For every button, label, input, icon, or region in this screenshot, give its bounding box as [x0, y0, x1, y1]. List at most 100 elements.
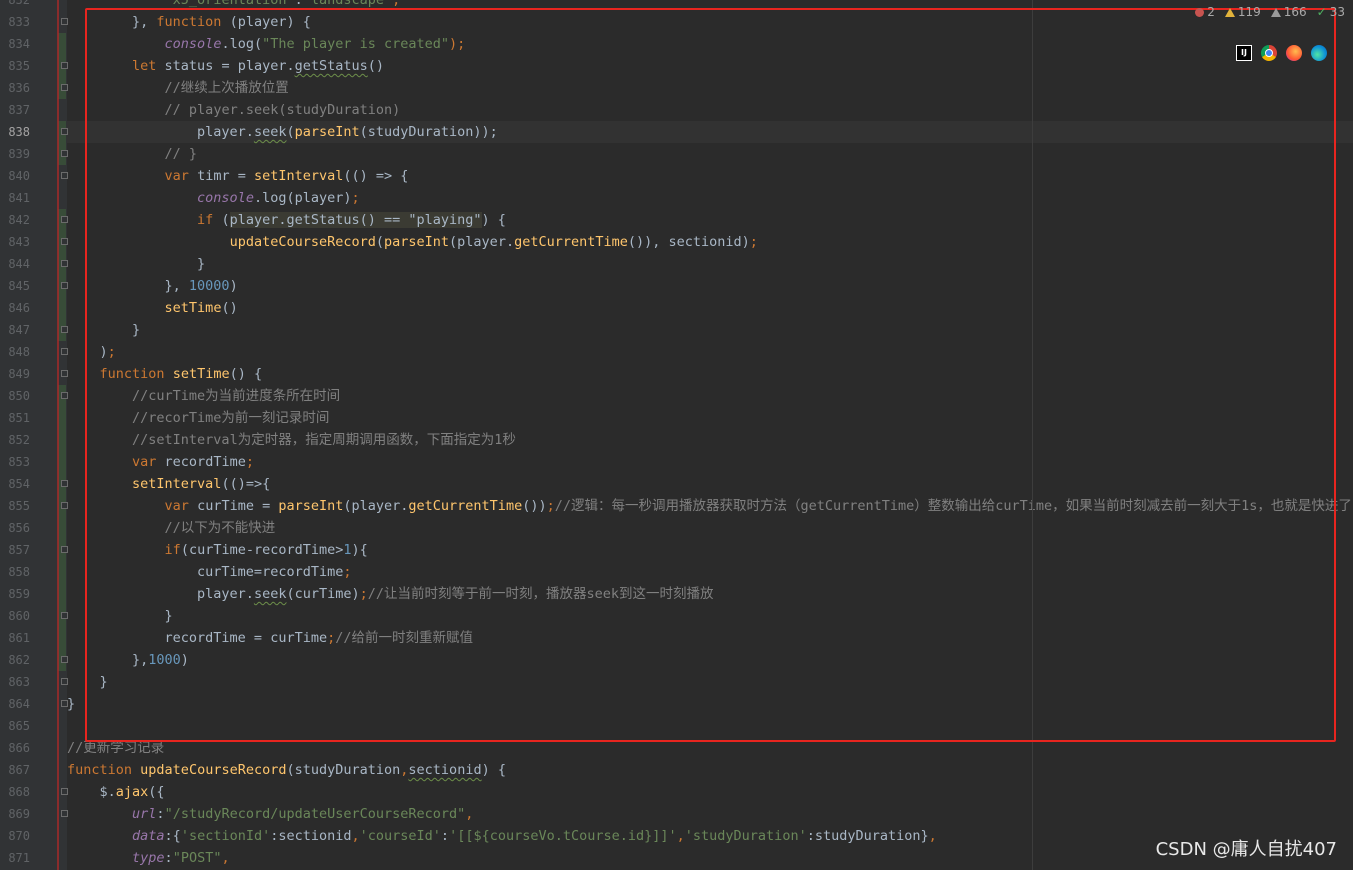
- line-number[interactable]: 866: [0, 737, 30, 759]
- code-token: ,: [676, 828, 685, 844]
- code-token: ({: [148, 784, 165, 800]
- line-number[interactable]: 839: [0, 143, 30, 165]
- line-number[interactable]: 850: [0, 385, 30, 407]
- error-icon: [1195, 7, 1205, 17]
- line-number[interactable]: 852: [0, 429, 30, 451]
- intellij-icon[interactable]: IJ: [1236, 45, 1252, 61]
- fold-toggle-icon[interactable]: [61, 678, 68, 685]
- fold-toggle-icon[interactable]: [61, 810, 68, 817]
- line-number[interactable]: 833: [0, 11, 30, 33]
- fold-toggle-icon[interactable]: [61, 700, 68, 707]
- inspection-widget[interactable]: 2 119 166 ✓ 33: [1195, 5, 1345, 19]
- line-number[interactable]: 841: [0, 187, 30, 209]
- fold-toggle-icon[interactable]: [61, 150, 68, 157]
- line-number[interactable]: 849: [0, 363, 30, 385]
- line-number[interactable]: 867: [0, 759, 30, 781]
- code-line[interactable]: function updateCourseRecord(studyDuratio…: [67, 759, 1353, 781]
- line-number[interactable]: 843: [0, 231, 30, 253]
- vcs-change-marker[interactable]: [58, 209, 66, 341]
- warning-count[interactable]: 119: [1224, 5, 1261, 19]
- line-number[interactable]: 858: [0, 561, 30, 583]
- line-number[interactable]: 860: [0, 605, 30, 627]
- line-number[interactable]: 844: [0, 253, 30, 275]
- line-number[interactable]: 871: [0, 847, 30, 869]
- code-token: ,: [928, 828, 937, 844]
- line-number[interactable]: 840: [0, 165, 30, 187]
- line-number[interactable]: 862: [0, 649, 30, 671]
- fold-toggle-icon[interactable]: [61, 84, 68, 91]
- line-number[interactable]: 868: [0, 781, 30, 803]
- chrome-icon[interactable]: [1261, 45, 1277, 61]
- line-number[interactable]: 855: [0, 495, 30, 517]
- code-line[interactable]: $.ajax({: [67, 781, 1353, 803]
- weak-warning-count[interactable]: 166: [1270, 5, 1307, 19]
- fold-toggle-icon[interactable]: [61, 546, 68, 553]
- code-token: "/studyRecord/updateUserCourseRecord": [164, 806, 466, 822]
- line-number[interactable]: 837: [0, 99, 30, 121]
- line-number[interactable]: 861: [0, 627, 30, 649]
- line-number[interactable]: 836: [0, 77, 30, 99]
- edge-icon[interactable]: [1311, 45, 1327, 61]
- fold-toggle-icon[interactable]: [61, 216, 68, 223]
- line-number[interactable]: 863: [0, 671, 30, 693]
- error-count[interactable]: 2: [1195, 5, 1215, 19]
- line-number[interactable]: 853: [0, 451, 30, 473]
- line-number[interactable]: 832: [0, 0, 30, 11]
- code-token: type: [132, 850, 165, 866]
- line-number[interactable]: 859: [0, 583, 30, 605]
- fold-toggle-icon[interactable]: [61, 656, 68, 663]
- fold-toggle-icon[interactable]: [61, 238, 68, 245]
- code-token: function: [67, 762, 133, 778]
- line-number[interactable]: 846: [0, 297, 30, 319]
- fold-toggle-icon[interactable]: [61, 128, 68, 135]
- line-number[interactable]: 864: [0, 693, 30, 715]
- firefox-icon[interactable]: [1286, 45, 1302, 61]
- browser-launch-bar: IJ: [1236, 45, 1327, 61]
- code-token: "POST": [172, 850, 222, 866]
- fold-toggle-icon[interactable]: [61, 502, 68, 509]
- line-number[interactable]: 870: [0, 825, 30, 847]
- line-number[interactable]: 847: [0, 319, 30, 341]
- line-number[interactable]: 865: [0, 715, 30, 737]
- code-token: //更新学习记录: [67, 740, 165, 756]
- fold-toggle-icon[interactable]: [61, 370, 68, 377]
- code-token: ,: [465, 806, 474, 822]
- code-token: :: [294, 0, 303, 8]
- line-number[interactable]: 838: [0, 121, 30, 143]
- line-number[interactable]: 854: [0, 473, 30, 495]
- line-number[interactable]: 851: [0, 407, 30, 429]
- fold-toggle-icon[interactable]: [61, 612, 68, 619]
- line-number[interactable]: 842: [0, 209, 30, 231]
- code-token: sectionid: [408, 762, 482, 778]
- fold-toggle-icon[interactable]: [61, 62, 68, 69]
- fold-toggle-icon[interactable]: [61, 348, 68, 355]
- fold-toggle-icon[interactable]: [61, 172, 68, 179]
- fold-toggle-icon[interactable]: [61, 392, 68, 399]
- line-number[interactable]: 845: [0, 275, 30, 297]
- line-number[interactable]: 856: [0, 517, 30, 539]
- code-token: :{: [164, 828, 181, 844]
- code-token: data: [132, 828, 165, 844]
- line-number[interactable]: 857: [0, 539, 30, 561]
- code-token: :: [440, 828, 450, 844]
- fold-toggle-icon[interactable]: [61, 788, 68, 795]
- line-number[interactable]: 848: [0, 341, 30, 363]
- line-number[interactable]: 869: [0, 803, 30, 825]
- fold-toggle-icon[interactable]: [61, 326, 68, 333]
- fold-toggle-icon[interactable]: [61, 480, 68, 487]
- fold-toggle-icon[interactable]: [61, 18, 68, 25]
- code-line[interactable]: url:"/studyRecord/updateUserCourseRecord…: [67, 803, 1353, 825]
- line-number[interactable]: 834: [0, 33, 30, 55]
- fold-toggle-icon[interactable]: [61, 260, 68, 267]
- weak-warning-icon: [1270, 7, 1281, 17]
- vcs-change-marker[interactable]: [58, 385, 66, 671]
- line-number[interactable]: 835: [0, 55, 30, 77]
- fold-toggle-icon[interactable]: [61, 282, 68, 289]
- code-token: :studyDuration}: [806, 828, 929, 844]
- typo-count[interactable]: ✓ 33: [1317, 5, 1345, 19]
